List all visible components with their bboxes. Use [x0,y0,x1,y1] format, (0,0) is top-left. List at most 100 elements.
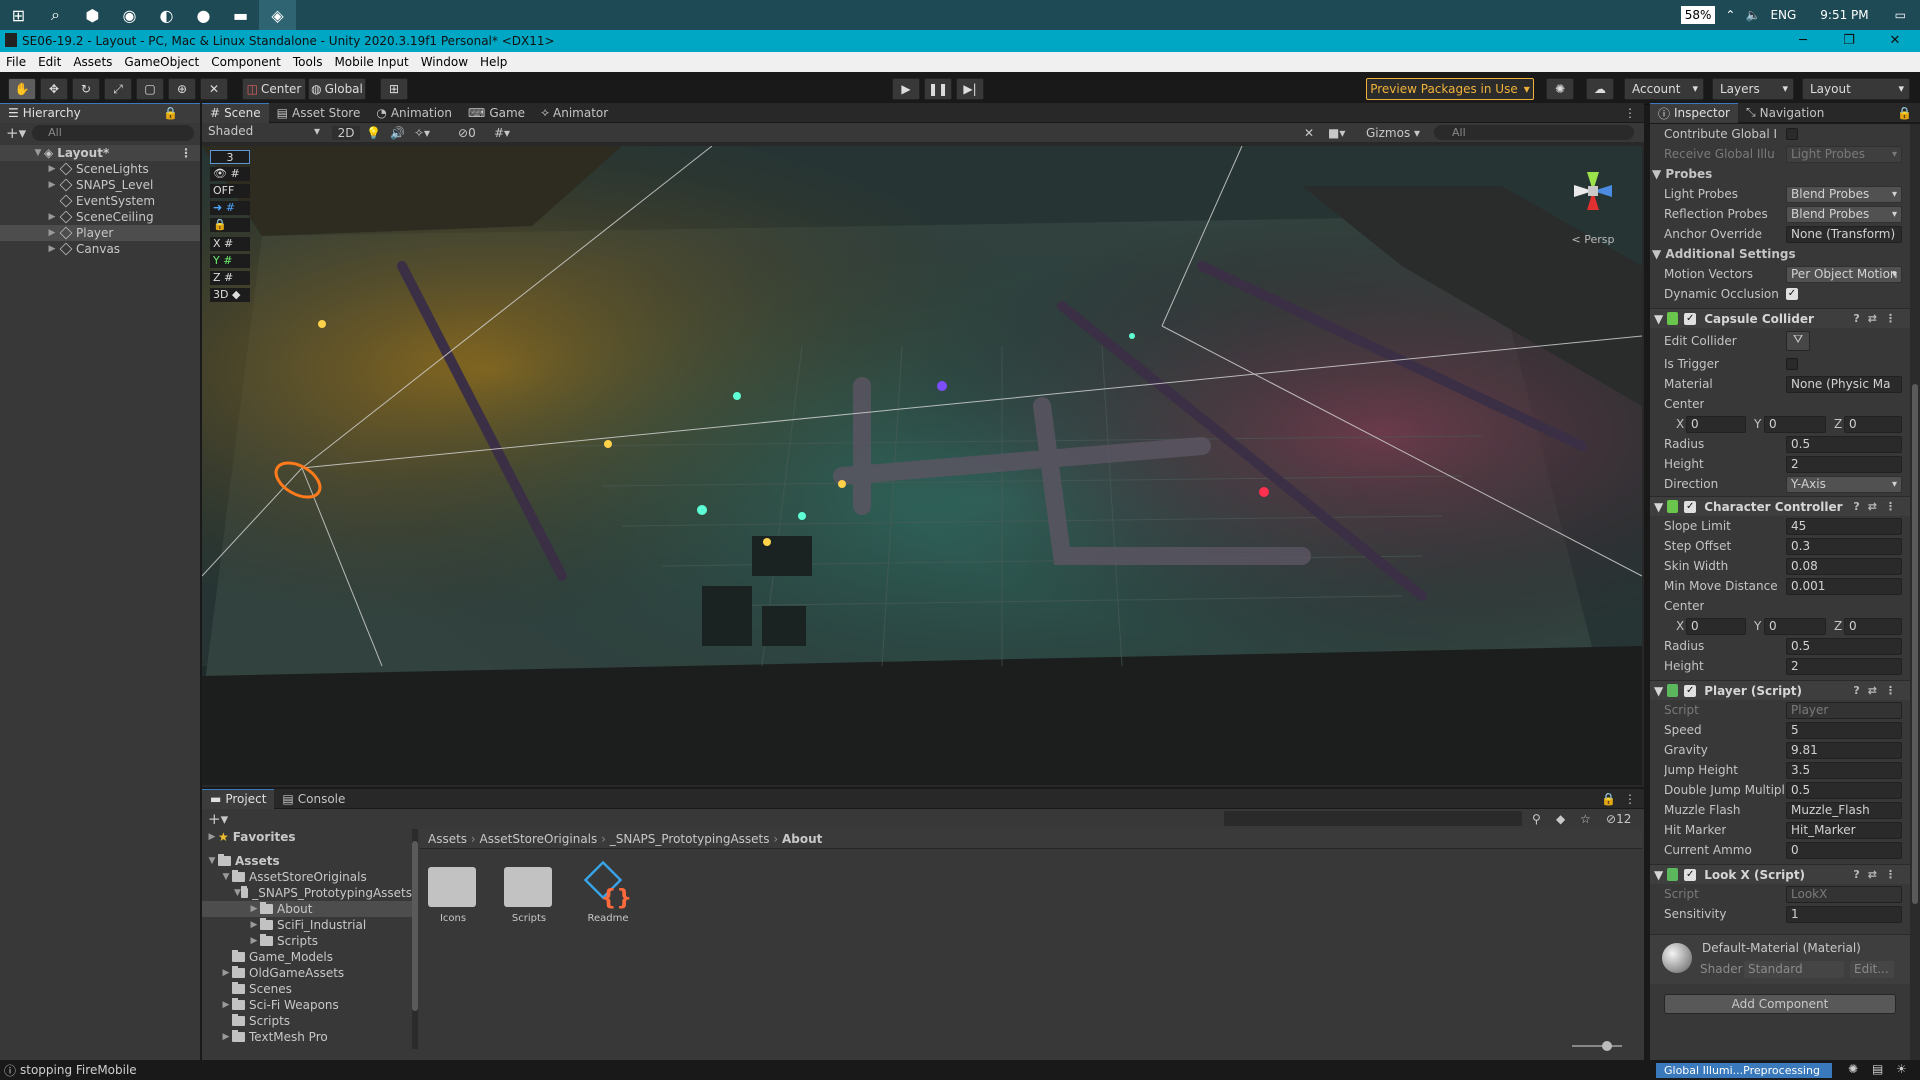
controller-enabled-checkbox[interactable]: ✓ [1684,500,1697,513]
capsule-collider-header[interactable]: ▼ ✓ Capsule Collider ?⇄⋮ [1650,308,1910,328]
lookx-enabled-checkbox[interactable]: ✓ [1684,868,1697,881]
layout-dropdown[interactable]: Layout [1802,78,1910,100]
project-tree-item[interactable]: ▶ About [202,901,412,917]
project-tree-item[interactable]: Scenes [202,981,412,997]
menu-help[interactable]: Help [480,55,507,69]
material-name[interactable]: Default-Material (Material) [1702,941,1861,955]
asset-icons-folder[interactable]: Icons [428,859,478,924]
menu-tools[interactable]: Tools [293,55,323,69]
hierarchy-item-eventsystem[interactable]: EventSystem [0,193,200,209]
debug-icon[interactable]: ✺ [1848,1062,1858,1076]
gi-progress-bar[interactable]: Global Illumi...Preprocessing [1656,1063,1832,1078]
cc-height-field[interactable]: 2 [1786,657,1902,675]
notifications-icon[interactable]: ▭ [1895,8,1906,22]
expand-arrow-icon[interactable]: ▶ [46,212,58,222]
overlay-off-toggle[interactable]: OFF [210,184,250,198]
more-icon[interactable]: ⋮ [1624,106,1636,120]
create-plus-icon[interactable]: +▾ [6,124,26,142]
speed-field[interactable]: 5 [1786,721,1902,739]
expand-arrow-icon[interactable]: ▼ [220,872,232,882]
audio-toggle-icon[interactable]: 🔊 [390,126,405,140]
radius-field[interactable]: 0.5 [1786,435,1902,453]
breadcrumb-assetstoreoriginals[interactable]: AssetStoreOriginals [480,832,598,846]
layers-dropdown[interactable]: Layers [1712,78,1794,100]
tab-game[interactable]: ⌨ Game [460,103,533,123]
hidden-objects-icon[interactable]: ⊘0 [458,126,476,140]
account-dropdown[interactable]: Account [1624,78,1704,100]
unity-hub-icon[interactable]: ⬢ [74,0,111,30]
motion-vectors-dropdown[interactable]: Per Object Motion [1786,265,1902,283]
player-enabled-checkbox[interactable]: ✓ [1684,684,1697,697]
windows-start-icon[interactable]: ⊞ [0,0,37,30]
expand-arrow-icon[interactable]: ▶ [248,904,260,914]
skin-width-field[interactable]: 0.08 [1786,557,1902,575]
github-icon[interactable]: ● [185,0,222,30]
tab-animation[interactable]: ◔ Animation [368,103,460,123]
pause-button[interactable]: ❚❚ [924,78,952,100]
visibility-eye-icon[interactable]: 👁 # [210,167,250,181]
expand-arrow-icon[interactable]: ▶ [248,920,260,930]
sensitivity-field[interactable]: 1 [1786,905,1902,923]
custom-tool-icon[interactable]: ✕ [200,78,228,100]
dynamic-occlusion-checkbox[interactable]: ✓ [1786,288,1798,300]
z-axis-snap[interactable]: Z # [210,271,250,285]
unity-editor-icon[interactable]: ◈ [259,0,296,30]
restore-button[interactable]: ❐ [1826,30,1872,52]
discord-icon[interactable]: ◉ [111,0,148,30]
cc-radius-field[interactable]: 0.5 [1786,637,1902,655]
height-field[interactable]: 2 [1786,455,1902,473]
pivot-center-toggle[interactable]: ◫ Center [242,78,306,100]
lock-icon[interactable]: 🔒 [210,218,250,232]
tab-inspector[interactable]: ⓘ Inspector [1650,102,1738,123]
move-tool-icon[interactable]: ✥ [40,78,68,100]
file-explorer-icon[interactable]: ▬ [222,0,259,30]
perspective-label[interactable]: < Persp [1554,233,1632,246]
3d-snap[interactable]: 3D ◆ [210,288,250,302]
direction-dropdown[interactable]: Y-Axis [1786,475,1902,493]
status-message[interactable]: stopping FireMobile [20,1063,137,1077]
favorite-star-icon[interactable]: ☆ [1580,812,1591,826]
receive-gi-dropdown[interactable]: Light Probes [1786,145,1902,163]
lookx-script-header[interactable]: ▼ ✓ Look X (Script) ?⇄⋮ [1650,864,1910,884]
auto-lighting-icon[interactable]: ☀ [1896,1062,1907,1076]
scale-tool-icon[interactable]: ⤢ [104,78,132,100]
hierarchy-item-sceneceiling[interactable]: ▶ SceneCeiling [0,209,200,225]
shader-dropdown[interactable]: Standard [1744,961,1844,978]
expand-arrow-icon[interactable]: ▶ [220,1000,232,1010]
menu-gameobject[interactable]: GameObject [124,55,199,69]
filter-by-label-icon[interactable]: ◆ [1556,812,1565,826]
project-tree-item[interactable]: ▼ _SNAPS_PrototypingAssets [202,885,412,901]
arrow-snap-icon[interactable]: ➜ # [210,201,250,215]
contribute-gi-checkbox[interactable] [1786,128,1798,140]
menu-edit[interactable]: Edit [38,55,61,69]
tray-chevron-icon[interactable]: ⌃ [1725,8,1735,22]
cc-center-x-field[interactable]: 0 [1686,617,1746,635]
tab-console[interactable]: ▤ Console [274,789,353,809]
gravity-field[interactable]: 9.81 [1786,741,1902,759]
slope-limit-field[interactable]: 45 [1786,517,1902,535]
breadcrumb-about[interactable]: About [782,832,822,846]
anchor-override-field[interactable]: None (Transform) [1786,225,1902,243]
tab-asset-store[interactable]: ▤ Asset Store [269,103,369,123]
cc-center-z-field[interactable]: 0 [1844,617,1902,635]
reflection-probes-dropdown[interactable]: Blend Probes [1786,205,1902,223]
rotate-tool-icon[interactable]: ↻ [72,78,100,100]
component-menu-icons[interactable]: ?⇄⋮ [1853,500,1904,513]
light-probes-dropdown[interactable]: Blend Probes [1786,185,1902,203]
collab-icon[interactable]: ✺ [1546,78,1574,100]
lock-icon[interactable]: 🔒 [1601,792,1616,806]
menu-assets[interactable]: Assets [73,55,112,69]
center-x-field[interactable]: 0 [1686,415,1746,433]
more-icon[interactable]: ⋮ [180,146,192,160]
center-y-field[interactable]: 0 [1764,415,1826,433]
tab-scene[interactable]: # Scene [202,102,269,123]
character-controller-header[interactable]: ▼ ✓ Character Controller ?⇄⋮ [1650,496,1910,516]
grid-toggle-icon[interactable]: #▾ [494,126,510,140]
project-tree-item[interactable]: Scripts [202,1013,412,1029]
capsule-enabled-checkbox[interactable]: ✓ [1684,312,1697,325]
lock-icon[interactable]: 🔒 [1897,106,1912,120]
player-script-header[interactable]: ▼ ✓ Player (Script) ?⇄⋮ [1650,680,1910,700]
scene-orientation-gizmo[interactable]: < Persp [1554,152,1632,246]
camera-icon[interactable]: ■▾ [1328,126,1345,140]
asset-readme[interactable]: {} Readme [580,859,636,924]
